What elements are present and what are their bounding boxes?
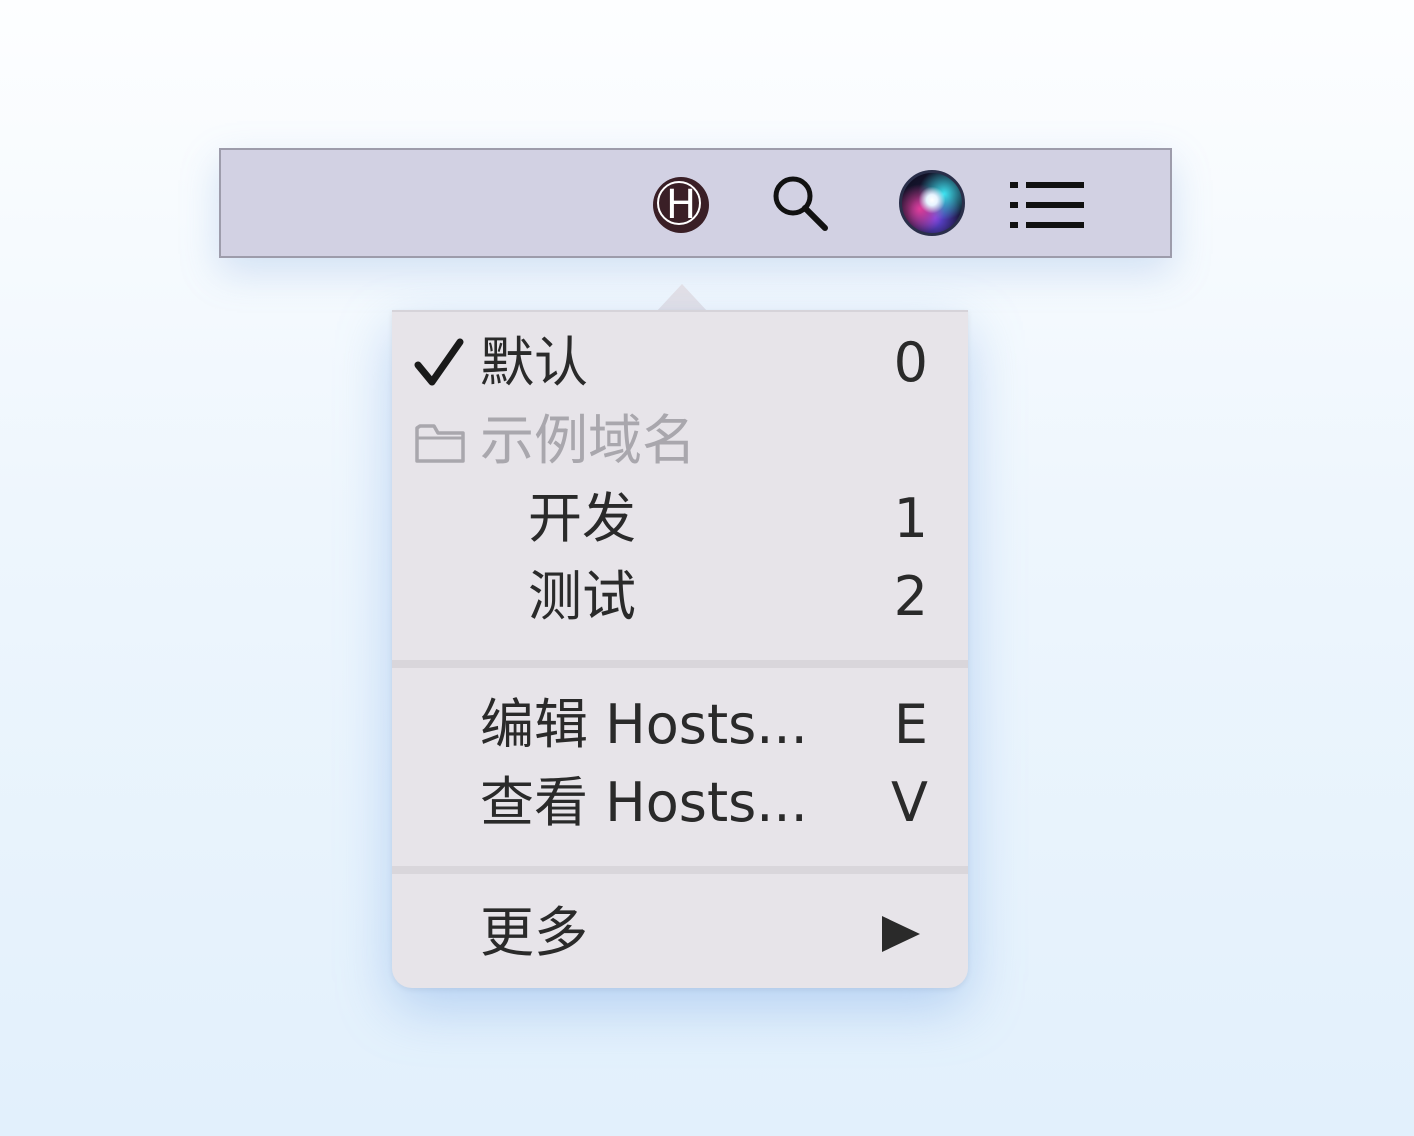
menu-item-label: 编辑 Hosts... (480, 693, 808, 756)
menu-item-default[interactable]: 默认 0 (392, 324, 968, 402)
menu-item-shortcut: 1 (893, 487, 928, 550)
menu-top-border (392, 310, 968, 312)
hostbuddy-icon[interactable]: H (653, 177, 709, 233)
list-icon[interactable] (1010, 182, 1086, 228)
menu-group-label: 示例域名 (480, 409, 696, 472)
menu-item-more[interactable]: 更多 (392, 894, 968, 972)
menu-item-edit-hosts[interactable]: 编辑 Hosts... E (392, 686, 968, 764)
folder-icon (415, 424, 465, 463)
checkmark-icon (414, 338, 464, 386)
menu-item-shortcut: E (893, 693, 928, 756)
menu-item-label: 开发 (528, 487, 636, 550)
menu-item-shortcut: 2 (893, 565, 928, 628)
menu-item-test[interactable]: 测试 2 (392, 558, 968, 636)
menu-item-label: 测试 (528, 565, 636, 628)
menu-bar: H (219, 148, 1172, 258)
menu-item-shortcut: 0 (893, 331, 928, 394)
hostbuddy-icon-letter: H (665, 182, 697, 228)
menu-item-label: 更多 (480, 901, 588, 964)
menu-item-shortcut: V (891, 771, 928, 834)
menu-item-label: 默认 (480, 331, 588, 394)
menu-group-example-domains: 示例域名 (392, 402, 968, 480)
menu-item-view-hosts[interactable]: 查看 Hosts... V (392, 764, 968, 842)
submenu-arrow-icon (882, 916, 920, 952)
siri-icon[interactable] (899, 170, 965, 236)
menu-item-dev[interactable]: 开发 1 (392, 480, 968, 558)
menu-separator (392, 866, 968, 874)
menu-item-label: 查看 Hosts... (480, 771, 808, 834)
menu-pointer-arrow (656, 284, 708, 312)
hosts-dropdown-menu: 默认 0 示例域名 开发 1 测试 2 编辑 Hosts... E 查看 Hos… (392, 310, 968, 988)
menu-separator (392, 660, 968, 668)
search-icon[interactable] (769, 172, 831, 234)
